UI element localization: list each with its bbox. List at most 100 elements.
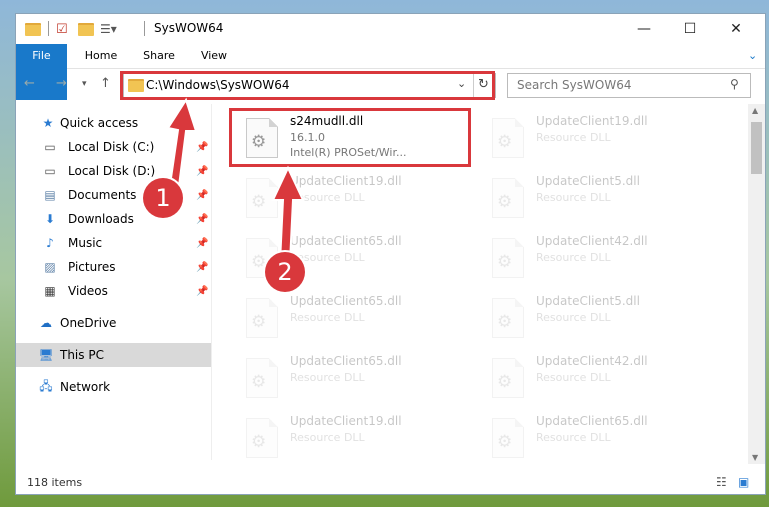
search-icon[interactable]: ⚲ <box>730 77 739 91</box>
close-button[interactable]: ✕ <box>713 14 759 44</box>
file-description: Resource DLL <box>536 371 611 384</box>
tab-share[interactable]: Share <box>135 44 183 68</box>
pin-icon[interactable]: 📌 <box>196 238 208 249</box>
chevron-down-icon[interactable]: ⌄ <box>748 49 757 62</box>
scrollbar-thumb[interactable] <box>751 122 762 174</box>
file-description: Resource DLL <box>290 311 365 324</box>
file-item[interactable]: ⚙ UpdateClient19.dll Resource DLL <box>231 410 466 466</box>
status-bar: 118 items ☷ ▣ <box>16 470 765 494</box>
sidebar-item-label: Videos <box>68 284 108 298</box>
file-item[interactable]: ⚙ UpdateClient5.dll Resource DLL <box>477 290 712 346</box>
pin-icon[interactable]: 📌 <box>196 190 208 201</box>
dll-file-icon: ⚙ <box>492 178 524 218</box>
sidebar-item-pictures[interactable]: ▨ Pictures 📌 <box>16 255 211 279</box>
pane-divider <box>211 104 212 460</box>
star-icon: ★ <box>42 116 54 130</box>
customize-toolbar-icon[interactable]: ☰▾ <box>100 20 117 38</box>
file-description: Resource DLL <box>290 191 365 204</box>
navigation-pane: ★ Quick access ▭ Local Disk (C:) 📌 ▭ Loc… <box>16 108 211 460</box>
computer-icon: 🖥 <box>38 348 54 362</box>
minimize-button[interactable]: — <box>621 14 667 44</box>
file-item[interactable]: ⚙ UpdateClient19.dll Resource DLL <box>477 110 712 166</box>
dll-file-icon: ⚙ <box>492 358 524 398</box>
sidebar-item-label: Documents <box>68 188 137 202</box>
sidebar-item-label: Pictures <box>68 260 116 274</box>
file-name: UpdateClient19.dll <box>290 414 402 428</box>
step-1-badge: 1 <box>143 178 183 218</box>
music-icon: ♪ <box>46 236 54 250</box>
search-input[interactable]: Search SysWOW64 ⚲ <box>507 73 751 98</box>
sidebar-item-label: Local Disk (D:) <box>68 164 156 178</box>
pin-icon[interactable]: 📌 <box>196 286 208 297</box>
file-description: Resource DLL <box>290 371 365 384</box>
large-icons-view-icon[interactable]: ▣ <box>738 475 749 489</box>
documents-icon: ▤ <box>44 188 56 202</box>
file-item[interactable]: ⚙ UpdateClient42.dll Resource DLL <box>477 230 712 286</box>
tab-view[interactable]: View <box>192 44 236 68</box>
file-name: UpdateClient19.dll <box>536 114 648 128</box>
network-icon: 🖧 <box>39 378 53 393</box>
sidebar-item-label: Downloads <box>68 212 134 226</box>
new-folder-icon[interactable] <box>78 20 94 38</box>
search-placeholder: Search SysWOW64 <box>517 78 632 92</box>
up-arrow-icon[interactable]: ↑ <box>100 76 111 91</box>
folder-icon <box>25 20 41 38</box>
pin-icon[interactable]: 📌 <box>196 214 208 225</box>
dll-file-icon: ⚙ <box>246 298 278 338</box>
file-name: UpdateClient19.dll <box>290 174 402 188</box>
maximize-button[interactable]: ☐ <box>667 14 713 44</box>
scroll-up-icon[interactable]: ▲ <box>752 106 758 115</box>
pin-icon[interactable]: 📌 <box>196 166 208 177</box>
file-description: Resource DLL <box>536 251 611 264</box>
pin-icon[interactable]: 📌 <box>196 142 208 153</box>
step-2-badge: 2 <box>265 252 305 292</box>
file-name: UpdateClient65.dll <box>290 234 402 248</box>
recent-locations-icon[interactable]: ▾ <box>82 79 87 89</box>
dll-file-icon: ⚙ <box>492 418 524 458</box>
forward-arrow-icon[interactable]: → <box>56 76 67 91</box>
sidebar-item-label: OneDrive <box>60 316 117 330</box>
file-description: Resource DLL <box>536 311 611 324</box>
file-name: UpdateClient42.dll <box>536 354 648 368</box>
back-arrow-icon[interactable]: ← <box>24 76 35 91</box>
dll-file-icon: ⚙ <box>246 418 278 458</box>
sidebar-item-label: Network <box>60 380 111 394</box>
properties-icon[interactable]: ☑ <box>56 20 68 38</box>
file-description: Resource DLL <box>536 191 611 204</box>
sidebar-item-local-disk-c[interactable]: ▭ Local Disk (C:) 📌 <box>16 135 211 159</box>
sidebar-item-videos[interactable]: ▦ Videos 📌 <box>16 279 211 303</box>
sidebar-item-this-pc[interactable]: 🖥 This PC <box>16 343 211 367</box>
sidebar-item-onedrive[interactable]: ☁ OneDrive <box>16 311 211 335</box>
file-name: UpdateClient65.dll <box>536 414 648 428</box>
sidebar-item-label: This PC <box>60 348 104 362</box>
file-description: Resource DLL <box>290 431 365 444</box>
details-view-icon[interactable]: ☷ <box>716 475 727 489</box>
file-highlight <box>229 108 471 167</box>
sidebar-item-quick-access[interactable]: ★ Quick access <box>16 111 211 135</box>
drive-icon: ▭ <box>44 140 56 154</box>
sidebar-item-downloads[interactable]: ⬇ Downloads 📌 <box>16 207 211 231</box>
pin-icon[interactable]: 📌 <box>196 262 208 273</box>
dll-file-icon: ⚙ <box>246 178 278 218</box>
sidebar-item-network[interactable]: 🖧 Network <box>16 375 211 399</box>
videos-icon: ▦ <box>44 284 56 298</box>
scroll-down-icon[interactable]: ▼ <box>752 453 758 462</box>
file-item[interactable]: ⚙ UpdateClient5.dll Resource DLL <box>477 170 712 226</box>
sidebar-item-label: Music <box>68 236 103 250</box>
file-item[interactable]: ⚙ UpdateClient65.dll Resource DLL <box>477 410 712 466</box>
sidebar-item-music[interactable]: ♪ Music 📌 <box>16 231 211 255</box>
file-item[interactable]: ⚙ UpdateClient65.dll Resource DLL <box>231 290 466 346</box>
vertical-scrollbar[interactable]: ▲ ▼ <box>748 104 765 464</box>
file-item[interactable]: ⚙ UpdateClient65.dll Resource DLL <box>231 350 466 406</box>
dll-file-icon: ⚙ <box>246 358 278 398</box>
file-item[interactable]: ⚙ UpdateClient19.dll Resource DLL <box>231 170 466 226</box>
tab-home[interactable]: Home <box>77 44 125 68</box>
dll-file-icon: ⚙ <box>492 118 524 158</box>
file-name: UpdateClient5.dll <box>536 294 640 308</box>
ribbon-tabs: File Home Share View ⌄ <box>16 44 765 100</box>
file-name: UpdateClient65.dll <box>290 294 402 308</box>
sidebar-item-local-disk-d[interactable]: ▭ Local Disk (D:) 📌 <box>16 159 211 183</box>
file-item[interactable]: ⚙ UpdateClient42.dll Resource DLL <box>477 350 712 406</box>
divider <box>48 21 49 36</box>
pictures-icon: ▨ <box>44 260 56 274</box>
